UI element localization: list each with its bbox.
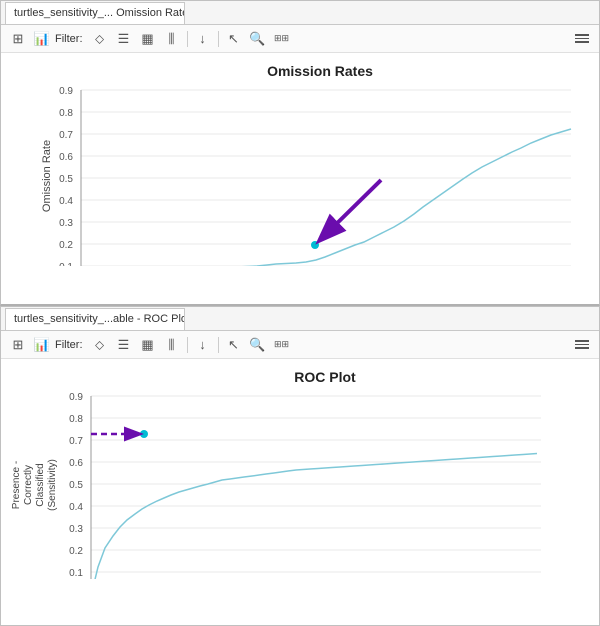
roc-separator-1 (187, 337, 188, 353)
tab-omission[interactable]: turtles_sensitivity_... Omission Rates ✕ (5, 2, 185, 24)
omission-y-label: Omission Rate (41, 139, 53, 211)
roc-table-button[interactable]: ▦ (137, 335, 159, 355)
y-tick-04: 0.4 (59, 196, 73, 207)
roc-highlight-point (140, 430, 148, 438)
menu-button-roc[interactable] (571, 335, 593, 355)
toolbar-omission: ⊞ 📊 Filter: ⬦ ☰ ▦ ⫼ ↓ ↖ 🔍 ⊞⊞ (1, 25, 599, 53)
filter-label-omission: Filter: (55, 33, 83, 45)
omission-arrow (321, 180, 381, 239)
tab-bar-roc: turtles_sensitivity_...able - ROC Plot ✕ (1, 307, 599, 331)
arrow-down-button[interactable]: ↓ (192, 29, 214, 49)
roc-y-tick-09: 0.9 (69, 392, 83, 403)
roc-y-tick-07: 0.7 (69, 436, 83, 447)
table-button[interactable]: ▦ (137, 29, 159, 49)
cursor-button[interactable]: ↖ (223, 29, 245, 49)
roc-y-tick-08: 0.8 (69, 414, 83, 425)
roc-columns-button[interactable]: ⫼ (161, 335, 183, 355)
roc-separator-2 (218, 337, 219, 353)
roc-y-tick-03: 0.3 (69, 524, 83, 535)
tab-omission-label: turtles_sensitivity_... Omission Rates (14, 7, 185, 19)
roc-y-tick-02: 0.2 (69, 546, 83, 557)
tab-roc-label: turtles_sensitivity_...able - ROC Plot (14, 313, 185, 325)
omission-curve (81, 129, 571, 266)
roc-cursor-button[interactable]: ↖ (223, 335, 245, 355)
omission-chart-container: Omission Rate 0.9 0.8 0.7 0.6 0.5 (51, 85, 589, 266)
y-tick-05: 0.5 (59, 174, 73, 185)
roc-filter-funnel-button[interactable]: ⬦ (89, 335, 111, 355)
roc-zoom-button[interactable]: 🔍 (247, 335, 269, 355)
filter-list-button[interactable]: ☰ (113, 29, 135, 49)
bar-chart-button[interactable]: 📊 (31, 29, 53, 49)
y-tick-08: 0.8 (59, 108, 73, 119)
omission-svg: 0.9 0.8 0.7 0.6 0.5 0.4 0.3 0.2 0.1 0.1 … (51, 85, 589, 266)
y-tick-06: 0.6 (59, 152, 73, 163)
roc-grid-settings-button[interactable]: ⊞⊞ (271, 335, 293, 355)
grid-settings-button[interactable]: ⊞⊞ (271, 29, 293, 49)
roc-y-label: Presence - Correctly Classified (Sensiti… (11, 459, 59, 511)
y-tick-09: 0.9 (59, 86, 73, 97)
roc-chart-area: ROC Plot Presence - Correctly Classified… (1, 359, 599, 625)
y-tick-03: 0.3 (59, 218, 73, 229)
roc-chart-container: Presence - Correctly Classified (Sensiti… (61, 391, 589, 579)
omission-chart-title: Omission Rates (51, 63, 589, 79)
tab-roc[interactable]: turtles_sensitivity_...able - ROC Plot ✕ (5, 308, 185, 330)
menu-button-omission[interactable] (571, 29, 593, 49)
roc-filter-list-button[interactable]: ☰ (113, 335, 135, 355)
separator-1 (187, 31, 188, 47)
filter-funnel-button[interactable]: ⬦ (89, 29, 111, 49)
omission-panel: turtles_sensitivity_... Omission Rates ✕… (0, 0, 600, 306)
separator-2 (218, 31, 219, 47)
y-tick-02: 0.2 (59, 240, 73, 251)
roc-y-tick-05: 0.5 (69, 480, 83, 491)
tab-bar-omission: turtles_sensitivity_... Omission Rates ✕ (1, 1, 599, 25)
roc-chart-title: ROC Plot (61, 369, 589, 385)
grid-view-button[interactable]: ⊞ (7, 29, 29, 49)
roc-bar-chart-button[interactable]: 📊 (31, 335, 53, 355)
roc-panel: turtles_sensitivity_...able - ROC Plot ✕… (0, 306, 600, 626)
zoom-button[interactable]: 🔍 (247, 29, 269, 49)
y-tick-07: 0.7 (59, 130, 73, 141)
roc-y-tick-06: 0.6 (69, 458, 83, 469)
columns-button[interactable]: ⫼ (161, 29, 183, 49)
roc-curve (91, 454, 537, 580)
roc-svg: 0.9 0.8 0.7 0.6 0.5 0.4 0.3 0.2 0.1 0.1 … (61, 391, 589, 579)
roc-y-tick-01: 0.1 (69, 568, 83, 579)
filter-label-roc: Filter: (55, 339, 83, 351)
roc-arrow-down-button[interactable]: ↓ (192, 335, 214, 355)
toolbar-roc: ⊞ 📊 Filter: ⬦ ☰ ▦ ⫼ ↓ ↖ 🔍 ⊞⊞ (1, 331, 599, 359)
roc-y-tick-04: 0.4 (69, 502, 83, 513)
roc-grid-view-button[interactable]: ⊞ (7, 335, 29, 355)
omission-chart-area: Omission Rates Omission Rate 0.9 0.8 0.7 (1, 53, 599, 304)
omission-highlight-point (311, 241, 319, 249)
y-tick-01: 0.1 (59, 262, 73, 266)
